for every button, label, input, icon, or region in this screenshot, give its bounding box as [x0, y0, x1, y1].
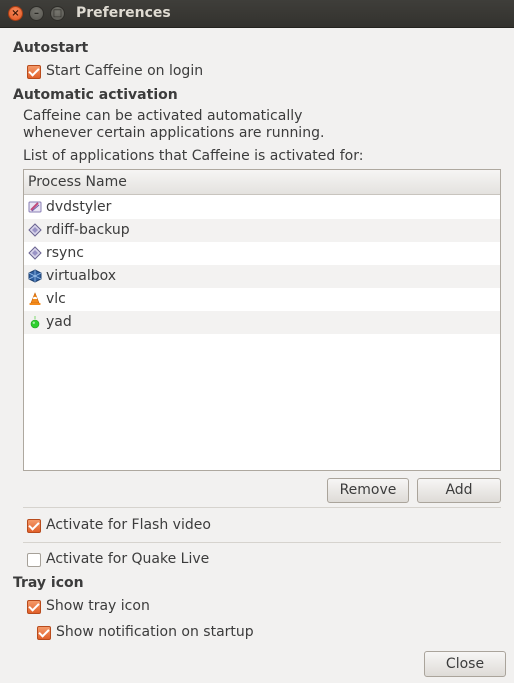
title-bar: × – □ Preferences: [0, 0, 514, 28]
process-name-column-header[interactable]: Process Name: [24, 170, 500, 195]
flash-video-label[interactable]: Activate for Flash video: [46, 517, 211, 533]
list-item[interactable]: vlc: [24, 288, 500, 311]
process-name: rsync: [46, 245, 84, 261]
activation-description-line1: Caffeine can be activated automatically: [23, 108, 303, 124]
list-item[interactable]: rsync: [24, 242, 500, 265]
list-item[interactable]: rdiff-backup: [24, 219, 500, 242]
list-item[interactable]: dvdstyler: [24, 196, 500, 219]
tray-icon-heading: Tray icon: [13, 575, 84, 591]
separator: [23, 507, 501, 508]
process-list-caption: List of applications that Caffeine is ac…: [23, 148, 364, 164]
process-name: yad: [46, 314, 72, 330]
process-name: dvdstyler: [46, 199, 112, 215]
process-name: vlc: [46, 291, 66, 307]
process-name: rdiff-backup: [46, 222, 130, 238]
list-item[interactable]: yad: [24, 311, 500, 334]
maximize-window-icon[interactable]: □: [50, 6, 65, 21]
show-notification-checkbox[interactable]: [37, 626, 51, 640]
yad-icon: [30, 316, 40, 329]
autostart-heading: Autostart: [13, 40, 89, 56]
separator: [23, 542, 501, 543]
vlc-icon: [29, 292, 41, 305]
flash-video-checkbox[interactable]: [27, 519, 41, 533]
automatic-activation-heading: Automatic activation: [13, 87, 178, 103]
show-notification-label[interactable]: Show notification on startup: [56, 624, 254, 640]
remove-button[interactable]: Remove: [327, 478, 409, 503]
rsync-icon: [28, 246, 42, 260]
start-on-login-label[interactable]: Start Caffeine on login: [46, 63, 203, 79]
window-title: Preferences: [76, 5, 171, 21]
dvdstyler-icon: [28, 201, 42, 213]
process-name: virtualbox: [46, 268, 117, 284]
process-list[interactable]: Process Name dvdstyler rdiff-backup rsyn…: [23, 169, 501, 471]
close-button[interactable]: Close: [424, 651, 506, 677]
virtualbox-icon: [28, 269, 42, 283]
add-button[interactable]: Add: [417, 478, 501, 503]
rdiff-backup-icon: [28, 223, 42, 237]
quake-live-label[interactable]: Activate for Quake Live: [46, 551, 209, 567]
show-tray-icon-checkbox[interactable]: [27, 600, 41, 614]
minimize-window-icon[interactable]: –: [29, 6, 44, 21]
activation-description-line2: whenever certain applications are runnin…: [23, 125, 325, 141]
start-on-login-checkbox[interactable]: [27, 65, 41, 79]
list-item[interactable]: virtualbox: [24, 265, 500, 288]
show-tray-icon-label[interactable]: Show tray icon: [46, 598, 150, 614]
quake-live-checkbox[interactable]: [27, 553, 41, 567]
close-window-icon[interactable]: ×: [8, 6, 23, 21]
